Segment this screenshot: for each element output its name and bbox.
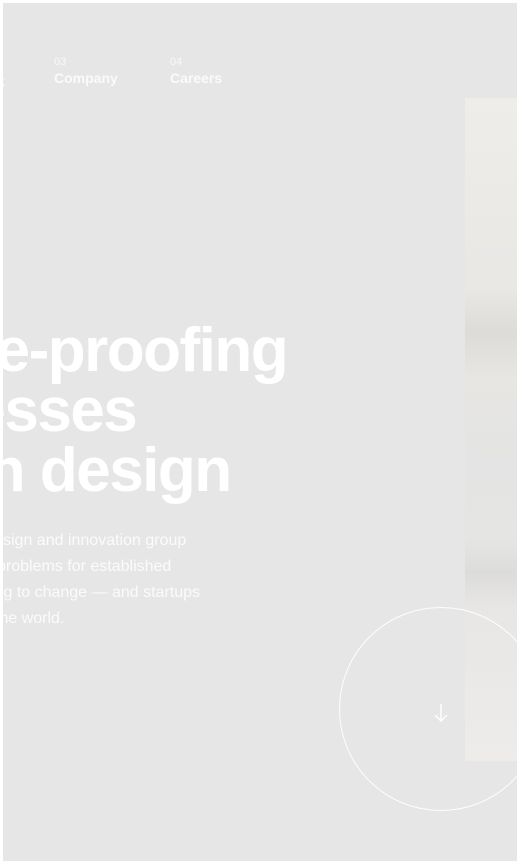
- image-shade: [465, 288, 517, 378]
- headline-line: ugh design: [3, 436, 232, 505]
- image-shade: [465, 538, 517, 608]
- nav-item-number: 03: [54, 56, 67, 68]
- nav-item-label: Careers: [170, 70, 223, 86]
- nav-item-careers[interactable]: 04 Careers: [170, 55, 222, 87]
- intro-line: problems for established: [3, 558, 172, 575]
- intro-line: the world.: [3, 610, 65, 627]
- intro-line: sign and innovation group: [3, 532, 187, 549]
- nav-item-company[interactable]: 03 Company: [54, 55, 118, 87]
- headline-line: nesses: [3, 376, 138, 445]
- hero-headline: re-proofing nesses ugh design: [3, 316, 289, 505]
- page-frame: k 03 Company 04 Careers re-proofing ness…: [3, 3, 517, 861]
- hero-intro: sign and innovation group problems for e…: [3, 528, 251, 632]
- scroll-down-button[interactable]: [339, 607, 517, 811]
- nav-item-label: Company: [54, 70, 118, 86]
- headline-line: re-proofing: [3, 316, 289, 385]
- arrow-down-icon[interactable]: [432, 702, 450, 724]
- nav-item-number: 04: [170, 56, 183, 68]
- nav-item-work[interactable]: k: [3, 73, 5, 89]
- intro-line: ing to change — and startups: [3, 584, 201, 601]
